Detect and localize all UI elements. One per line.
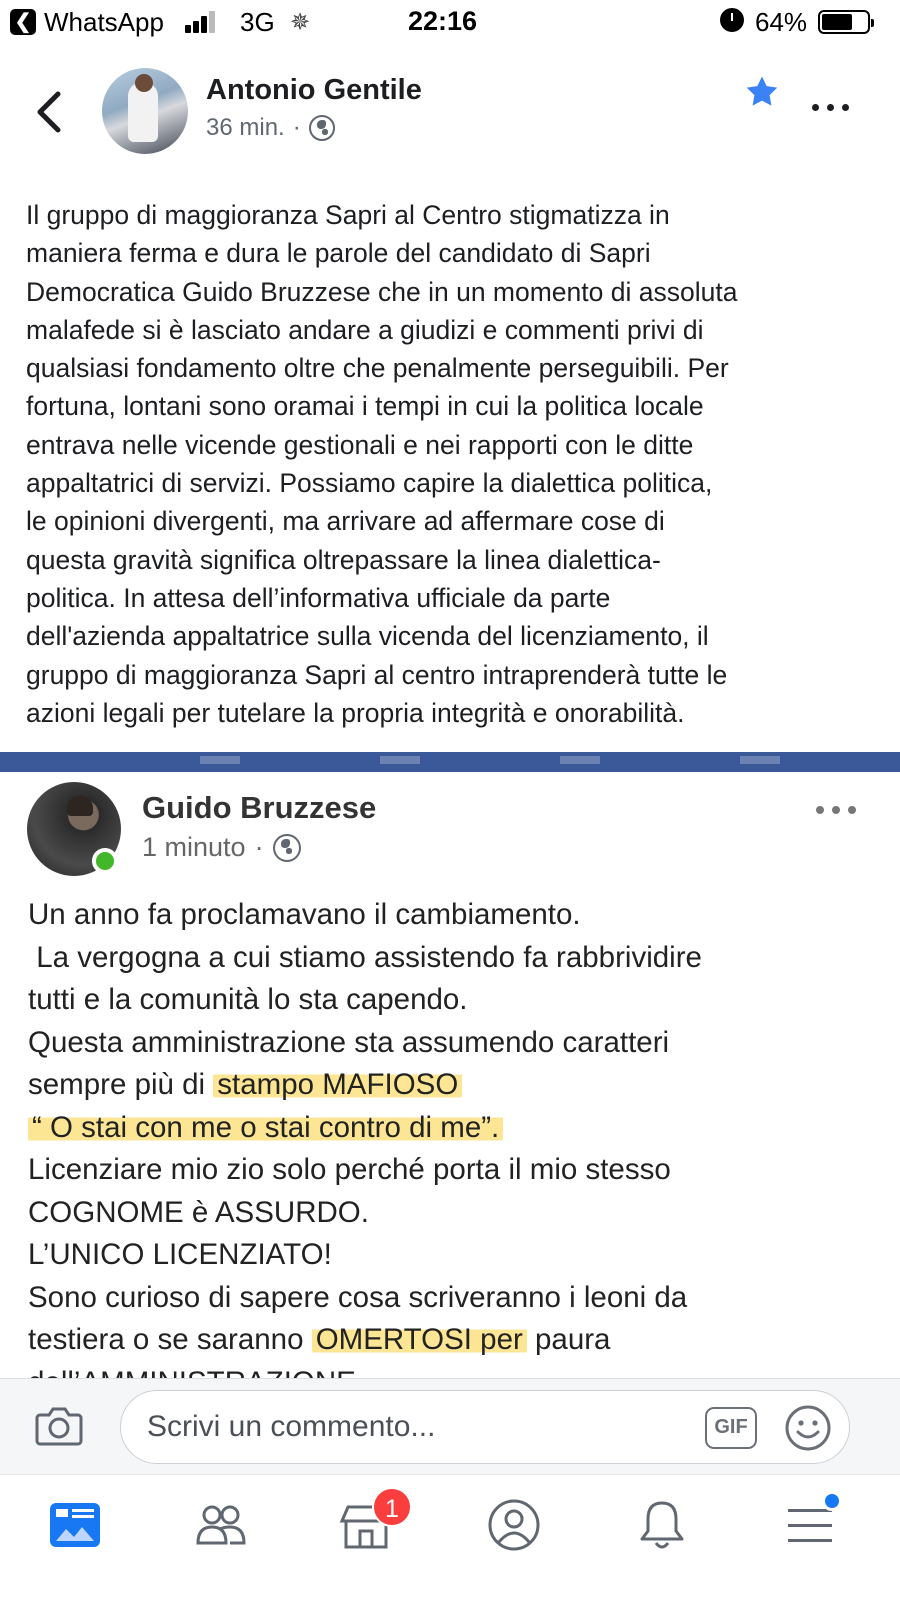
back-chevron-icon[interactable] [30,88,70,136]
post-text-line: questa gravità significa oltrepassare la… [26,544,661,575]
post-text-line: entrava nelle vicende gestionali e nei r… [26,429,694,460]
status-bar: ❮ WhatsApp 3G ✵ 22:16 64% [0,0,900,46]
embedded-text-line: COGNOME è ASSURDO. [28,1195,369,1229]
embedded-post-time: 1 minuto [142,832,246,862]
emoji-icon[interactable] [783,1403,833,1453]
battery-percent: 64% [755,7,808,37]
post-text-line: dell'azienda appaltatrice sulla vicenda … [26,621,709,652]
post-body: Il gruppo di maggioranza Sapri al Centro… [26,196,876,732]
embedded-text-line: dell’AMMINISTRAZIONE [28,1362,888,1379]
post-text-line: qualsiasi fondamento oltre che penalment… [26,353,729,384]
notifications-icon[interactable] [632,1495,692,1555]
meta-separator: · [254,832,264,862]
comment-input[interactable]: Scrivi un commento... GIF [120,1390,850,1464]
public-globe-icon [272,833,301,862]
embedded-text-line: L’UNICO LICENZIATO! [28,1238,332,1271]
post-text-line: fortuna, lontani sono oramai i tempi in … [26,391,704,422]
embedded-text-line: La vergogna a cui stiamo assistendo fa r… [28,940,702,974]
post-text-line: malafede si è lasciato andare a giudizi … [26,314,704,345]
gif-icon[interactable]: GIF [705,1407,757,1449]
post-text-line: gruppo di maggioranza Sapri al centro in… [26,659,728,690]
text-segment: sempre più di [28,1068,214,1101]
comment-placeholder: Scrivi un commento... [147,1410,436,1443]
screenshot-status-strip [0,752,900,772]
comment-bar: Scrivi un commento... GIF [0,1378,900,1474]
clock: 22:16 [408,6,478,36]
back-to-app-icon[interactable]: ❮ [10,9,36,35]
text-segment: testiera o se saranno [28,1323,312,1356]
signal-icon [185,11,217,33]
back-to-app-label[interactable]: WhatsApp [44,7,164,38]
post-meta: 36 min. · [206,114,335,142]
public-globe-icon [308,115,335,141]
online-status-icon [92,848,118,874]
favorite-star-icon[interactable] [743,73,781,111]
news-feed-icon[interactable] [46,1495,106,1555]
post-text-line: le opinioni divergenti, ma arrivare ad a… [26,506,665,537]
menu-update-dot-icon [822,1491,842,1511]
post-text-line: politica. In attesa dell’informativa uff… [26,582,611,613]
embedded-author-name: Guido Bruzzese [142,790,377,825]
highlighted-text: “ O stai con me o stai contro di me”. [28,1110,504,1144]
post-author-name[interactable]: Antonio Gentile [206,74,422,107]
embedded-text-line: testiera o se saranno OMERTOSI per paura [28,1319,888,1362]
activity-spinner-icon: ✵ [290,9,311,36]
embedded-text-line: tutti e la comunità lo sta capendo. [28,983,468,1016]
highlighted-text: OMERTOSI per [311,1323,527,1356]
post-text-line: appaltatrici di servizi. Possiamo capire… [26,468,713,499]
post-text-line: azioni legali per tutelare la propria in… [26,697,685,728]
embedded-screenshot[interactable]: Guido Bruzzese 1 minuto · Un anno fa pro… [0,752,900,1378]
bottom-tab-bar: 1 [0,1474,900,1600]
embedded-text-line: sempre più di stampo MAFIOSO [28,1064,888,1107]
battery-icon [818,10,874,34]
embedded-text-line: Licenziare mio zio solo perché porta il … [28,1153,671,1186]
notification-badge: 1 [372,1487,412,1527]
post-text-line: maniera ferma e dura le parole del candi… [26,238,651,269]
network-type: 3G [240,7,275,37]
embedded-post-body: Un anno fa proclamavano il cambiamento. … [28,894,888,1378]
profile-icon[interactable] [484,1495,544,1555]
embedded-text-line: Sono curioso di sapere cosa scriveranno … [28,1280,688,1314]
post-text-line: Democratica Guido Bruzzese che in un mom… [26,276,738,307]
post-text-line: Il gruppo di maggioranza Sapri al Centro… [26,200,670,230]
meta-separator: · [292,114,301,141]
embedded-more-icon [816,806,856,816]
alarm-icon [720,8,744,32]
post-time[interactable]: 36 min. [206,114,285,142]
camera-icon[interactable] [34,1405,84,1447]
highlighted-text: stampo MAFIOSO [213,1068,463,1101]
friends-icon[interactable] [190,1495,250,1555]
embedded-post-meta: 1 minuto · [142,832,301,863]
author-avatar[interactable] [102,68,188,154]
more-options-icon[interactable] [812,104,850,114]
embedded-text-line: Un anno fa proclamavano il cambiamento. [28,898,581,931]
embedded-text-line: Questa amministrazione sta assumendo car… [28,1025,670,1059]
text-segment: paura [526,1323,611,1356]
embedded-text-line: “ O stai con me o stai contro di me”. [28,1107,888,1150]
